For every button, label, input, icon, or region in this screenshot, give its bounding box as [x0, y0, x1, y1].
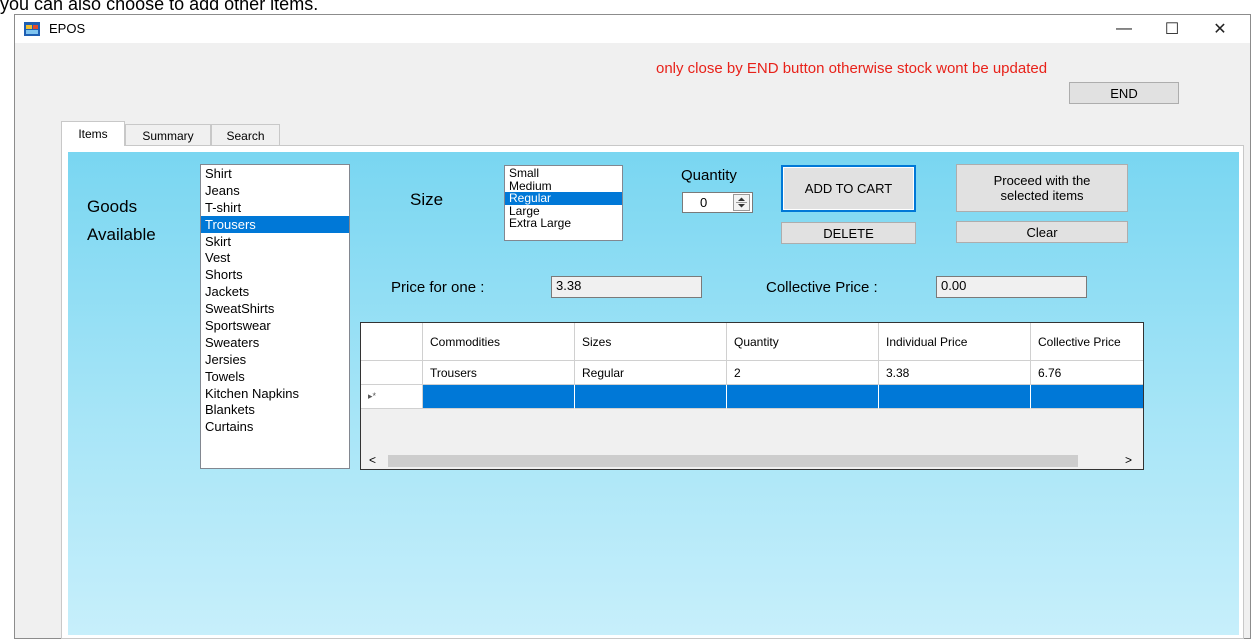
maximize-button[interactable]: ☐ [1149, 15, 1195, 43]
close-button[interactable]: ✕ [1197, 15, 1243, 43]
goods-item-shorts[interactable]: Shorts [201, 266, 349, 283]
grid-row-header[interactable] [361, 361, 423, 385]
goods-item-tshirt[interactable]: T-shirt [201, 199, 349, 216]
grid-header-sizes[interactable]: Sizes [575, 323, 727, 361]
clear-button[interactable]: Clear [956, 221, 1128, 243]
tab-items[interactable]: Items [61, 121, 125, 146]
size-item-small[interactable]: Small [505, 167, 622, 180]
minimize-button[interactable]: — [1101, 15, 1147, 43]
quantity-stepper[interactable]: 0 [682, 192, 753, 213]
available-label: Available [87, 225, 156, 244]
grid-corner-header [361, 323, 423, 361]
grid-cell-quantity[interactable]: 2 [727, 361, 879, 385]
collective-price-label: Collective Price : [766, 279, 878, 296]
grid-header-quantity[interactable]: Quantity [727, 323, 879, 361]
spin-arrows-icon [736, 197, 747, 208]
new-row-cell[interactable] [1031, 385, 1143, 409]
new-row-indicator[interactable]: ▸* [361, 385, 423, 409]
goods-item-kitchen-napkins[interactable]: Kitchen Napkins [201, 385, 349, 402]
grid-cell-individual-price[interactable]: 3.38 [879, 361, 1031, 385]
grid-cell-commodity[interactable]: Trousers [423, 361, 575, 385]
app-icon [24, 22, 40, 36]
price-for-one-field: 3.38 [551, 276, 702, 298]
quantity-label: Quantity [681, 167, 737, 184]
goods-item-jeans[interactable]: Jeans [201, 182, 349, 199]
quantity-spin-buttons[interactable] [733, 194, 750, 211]
size-listbox[interactable]: Small Medium Regular Large Extra Large [504, 165, 623, 241]
window-title: EPOS [49, 21, 86, 36]
goods-item-shirt[interactable]: Shirt [201, 165, 349, 182]
size-label: Size [410, 190, 444, 209]
grid-cell-size[interactable]: Regular [575, 361, 727, 385]
goods-label: Goods [87, 197, 138, 216]
caption-text: you can also choose to add other items. [0, 0, 319, 14]
goods-item-blankets[interactable]: Blankets [201, 401, 349, 418]
collective-price-field: 0.00 [936, 276, 1087, 298]
goods-item-towels[interactable]: Towels [201, 368, 349, 385]
scroll-right-arrow-icon[interactable]: > [1125, 453, 1132, 467]
add-to-cart-button[interactable]: ADD TO CART [781, 165, 916, 212]
grid-horizontal-scrollbar[interactable]: < > [361, 453, 1143, 469]
quantity-value: 0 [700, 195, 708, 210]
size-item-regular[interactable]: Regular [505, 192, 622, 205]
goods-item-jackets[interactable]: Jackets [201, 283, 349, 300]
stock-warning-text: only close by END button otherwise stock… [656, 60, 1048, 77]
new-row-cell[interactable] [423, 385, 575, 409]
tab-summary[interactable]: Summary [125, 124, 211, 146]
grid-header-collective-price[interactable]: Collective Price [1031, 323, 1143, 361]
grid-cell-collective-price[interactable]: 6.76 [1031, 361, 1143, 385]
proceed-button[interactable]: Proceed with the selected items [956, 164, 1128, 212]
goods-item-skirt[interactable]: Skirt [201, 233, 349, 250]
goods-item-vest[interactable]: Vest [201, 249, 349, 266]
goods-item-curtains[interactable]: Curtains [201, 418, 349, 435]
tab-search[interactable]: Search [211, 124, 280, 146]
goods-item-sweaters[interactable]: Sweaters [201, 334, 349, 351]
price-for-one-label: Price for one : [391, 279, 485, 296]
new-row-cell[interactable] [879, 385, 1031, 409]
title-bar: EPOS — ☐ ✕ [15, 15, 1250, 43]
goods-item-jersies[interactable]: Jersies [201, 351, 349, 368]
new-row-cell[interactable] [727, 385, 879, 409]
scroll-left-arrow-icon[interactable]: < [369, 453, 376, 467]
grid-header-individual-price[interactable]: Individual Price [879, 323, 1031, 361]
scrollbar-thumb[interactable] [388, 455, 1078, 467]
goods-item-trousers[interactable]: Trousers [201, 215, 349, 233]
size-item-extra-large[interactable]: Extra Large [505, 217, 622, 230]
goods-item-sweatshirts[interactable]: SweatShirts [201, 300, 349, 317]
delete-button[interactable]: DELETE [781, 222, 916, 244]
end-button[interactable]: END [1069, 82, 1179, 104]
goods-item-sportswear[interactable]: Sportswear [201, 317, 349, 334]
epos-window: EPOS — ☐ ✕ only close by END button othe… [14, 14, 1251, 639]
goods-listbox[interactable]: Shirt Jeans T-shirt Trousers Skirt Vest … [200, 164, 350, 469]
grid-header-commodities[interactable]: Commodities [423, 323, 575, 361]
cart-grid[interactable]: Commodities Sizes Quantity Individual Pr… [360, 322, 1144, 470]
new-row-cell[interactable] [575, 385, 727, 409]
